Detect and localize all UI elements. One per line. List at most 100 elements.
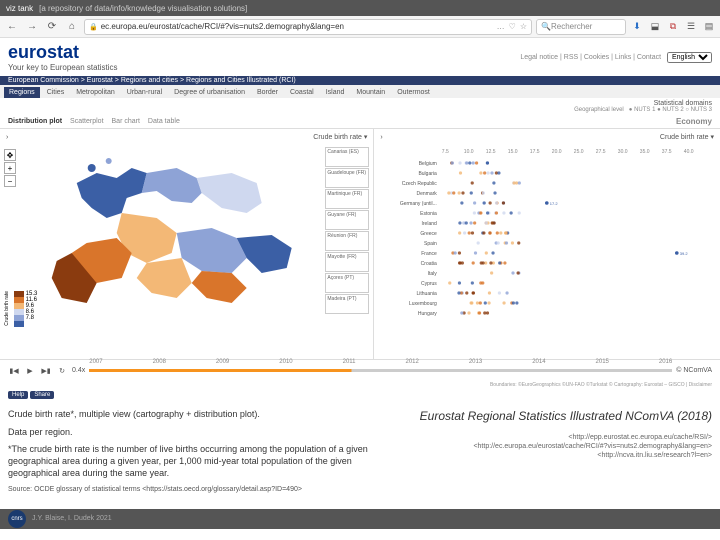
svg-text:37.5: 37.5	[662, 149, 672, 155]
chevron-left-icon[interactable]: ›	[6, 134, 8, 141]
svg-text:Ireland: Ireland	[422, 221, 438, 227]
tab-degree-of-urbanisation[interactable]: Degree of urbanisation	[169, 87, 250, 98]
viz-subtabs: Distribution plot Scatterplot Bar chart …	[0, 115, 720, 129]
loop-icon[interactable]: ↻	[56, 365, 68, 377]
tab-island[interactable]: Island	[321, 87, 350, 98]
home-icon[interactable]: ⌂	[64, 19, 80, 35]
map-legend: Crude birth rate 15.311.69.68.67.8	[4, 291, 37, 329]
mini-buttons: Help Share	[0, 389, 720, 401]
header-links: Legal notice | RSS | Cookies | Links | C…	[520, 52, 712, 63]
zoom-controls: ✥ + −	[4, 149, 16, 187]
authors: J.Y. Blaise, I. Dudek 2021	[32, 515, 112, 522]
play-icon[interactable]: ▶	[24, 365, 36, 377]
economy-dropdown[interactable]: Economy	[676, 117, 712, 126]
island-inset[interactable]: Guadeloupe (FR)	[325, 168, 369, 188]
island-inset[interactable]: Canarias (ES)	[325, 147, 369, 167]
url-input[interactable]: 🔒 ec.europa.eu/eurostat/cache/RCI/#?vis=…	[84, 19, 532, 35]
page-actions-icon[interactable]: …	[497, 22, 505, 31]
svg-text:Luxembourg: Luxembourg	[409, 301, 437, 307]
tab-coastal[interactable]: Coastal	[285, 87, 319, 98]
svg-text:Lithuania: Lithuania	[417, 291, 438, 297]
zoom-out-icon[interactable]: −	[4, 175, 16, 187]
tab-scatter[interactable]: Scatterplot	[70, 118, 103, 125]
bookmark-icon[interactable]: ♡	[509, 22, 516, 31]
back-icon[interactable]: ←	[4, 19, 20, 35]
choropleth-map[interactable]	[2, 143, 371, 323]
source-title: Eurostat Regional Statistics Illustrated…	[401, 409, 712, 423]
svg-text:15.0: 15.0	[508, 149, 518, 155]
zoom-in-icon[interactable]: +	[4, 162, 16, 174]
island-inset[interactable]: Açores (PT)	[325, 273, 369, 293]
svg-text:Croatia: Croatia	[421, 261, 437, 267]
stat-domains-bar: Statistical domains Geographical level ●…	[0, 98, 720, 115]
tab-urban-rural[interactable]: Urban-rural	[122, 87, 167, 98]
boundaries-credit: Boundaries: ©EuroGeographics ©UN-FAO ©Tu…	[0, 381, 720, 389]
svg-text:Greece: Greece	[421, 231, 438, 237]
reload-icon[interactable]: ⟳	[44, 19, 60, 35]
island-inset[interactable]: Mayotte (FR)	[325, 252, 369, 272]
tab-outermost[interactable]: Outermost	[392, 87, 435, 98]
island-inset[interactable]: Guyane (FR)	[325, 210, 369, 230]
browser-toolbar: ← → ⟳ ⌂ 🔒 ec.europa.eu/eurostat/cache/RC…	[0, 16, 720, 38]
url-text: ec.europa.eu/eurostat/cache/RCI/#?vis=nu…	[101, 22, 344, 31]
tab-cities[interactable]: Cities	[42, 87, 70, 98]
slide-topbar: viz tank [a repository of data/info/know…	[0, 0, 720, 16]
share-button[interactable]: Share	[30, 391, 54, 399]
svg-text:25.0: 25.0	[574, 149, 584, 155]
breadcrumb[interactable]: European Commission > Eurostat > Regions…	[0, 76, 720, 85]
topbar-subtitle: [a repository of data/info/knowledge vis…	[39, 4, 247, 13]
search-placeholder: Rechercher	[551, 22, 592, 31]
ext-icon-2[interactable]: ⧉	[666, 20, 680, 34]
chevron-right-icon[interactable]: ›	[380, 134, 382, 141]
tab-bar[interactable]: Bar chart	[112, 118, 140, 125]
cnrs-logo: cnrs	[8, 510, 26, 528]
svg-text:Bulgaria: Bulgaria	[419, 171, 438, 177]
svg-text:Spain: Spain	[424, 241, 437, 247]
tab-border[interactable]: Border	[252, 87, 283, 98]
forward-icon[interactable]: →	[24, 19, 40, 35]
island-insets: Canarias (ES)Guadeloupe (FR)Martinique (…	[325, 147, 369, 314]
svg-text:7.5: 7.5	[442, 149, 449, 155]
svg-text:30.0: 30.0	[618, 149, 628, 155]
time-slider[interactable]: 2007200820092010201120122013201420152016	[89, 369, 672, 372]
svg-text:40.0: 40.0	[684, 149, 694, 155]
search-icon: 🔍	[541, 22, 551, 31]
star-icon[interactable]: ☆	[520, 22, 527, 31]
plot-var-dropdown[interactable]: Crude birth rate ▾	[660, 133, 714, 141]
eurostat-logo[interactable]: eurostat Your key to European statistics	[8, 42, 118, 72]
svg-text:12.5: 12.5	[486, 149, 496, 155]
search-input[interactable]: 🔍 Rechercher	[536, 19, 626, 35]
pan-icon[interactable]: ✥	[4, 149, 16, 161]
island-inset[interactable]: Madeira (PT)	[325, 294, 369, 314]
ext-icon-1[interactable]: ⬓	[648, 20, 662, 34]
tab-regions[interactable]: Regions	[4, 87, 40, 98]
map-var-dropdown[interactable]: Crude birth rate ▾	[313, 133, 367, 141]
tab-mountain[interactable]: Mountain	[351, 87, 390, 98]
ext-icon-3[interactable]: ☰	[684, 20, 698, 34]
island-inset[interactable]: Martinique (FR)	[325, 189, 369, 209]
download-icon[interactable]: ⬇	[630, 20, 644, 34]
svg-text:Germany (until...: Germany (until...	[400, 201, 437, 207]
help-button[interactable]: Help	[8, 391, 28, 399]
svg-text:Estonia: Estonia	[421, 211, 438, 217]
svg-text:17.2: 17.2	[550, 201, 559, 206]
svg-text:Hungary: Hungary	[418, 311, 437, 317]
map-panel: › Crude birth rate ▾ ✥ + − Crude birth r…	[0, 129, 374, 359]
tab-metropolitan[interactable]: Metropolitan	[71, 87, 120, 98]
next-icon[interactable]: ▶▮	[40, 365, 52, 377]
tab-table[interactable]: Data table	[148, 118, 180, 125]
svg-text:Belgium: Belgium	[419, 161, 437, 167]
slide-bottombar: cnrs J.Y. Blaise, I. Dudek 2021	[0, 509, 720, 529]
ext-icon-4[interactable]: ▤	[702, 20, 716, 34]
svg-text:35.0: 35.0	[640, 149, 650, 155]
lock-icon: 🔒	[89, 23, 98, 31]
island-inset[interactable]: Réunion (FR)	[325, 231, 369, 251]
lang-select[interactable]: English	[667, 52, 712, 63]
tab-distribution[interactable]: Distribution plot	[8, 118, 62, 125]
site-header: eurostat Your key to European statistics…	[0, 38, 720, 76]
svg-text:Czech Republic: Czech Republic	[402, 181, 438, 187]
prev-icon[interactable]: ▮◀	[8, 365, 20, 377]
svg-text:17.5: 17.5	[530, 149, 540, 155]
timeline: ▮◀ ▶ ▶▮ ↻ 0.4x 2007200820092010201120122…	[0, 359, 720, 381]
distribution-plot[interactable]: 7.510.012.515.017.520.025.027.530.035.03…	[376, 143, 718, 323]
